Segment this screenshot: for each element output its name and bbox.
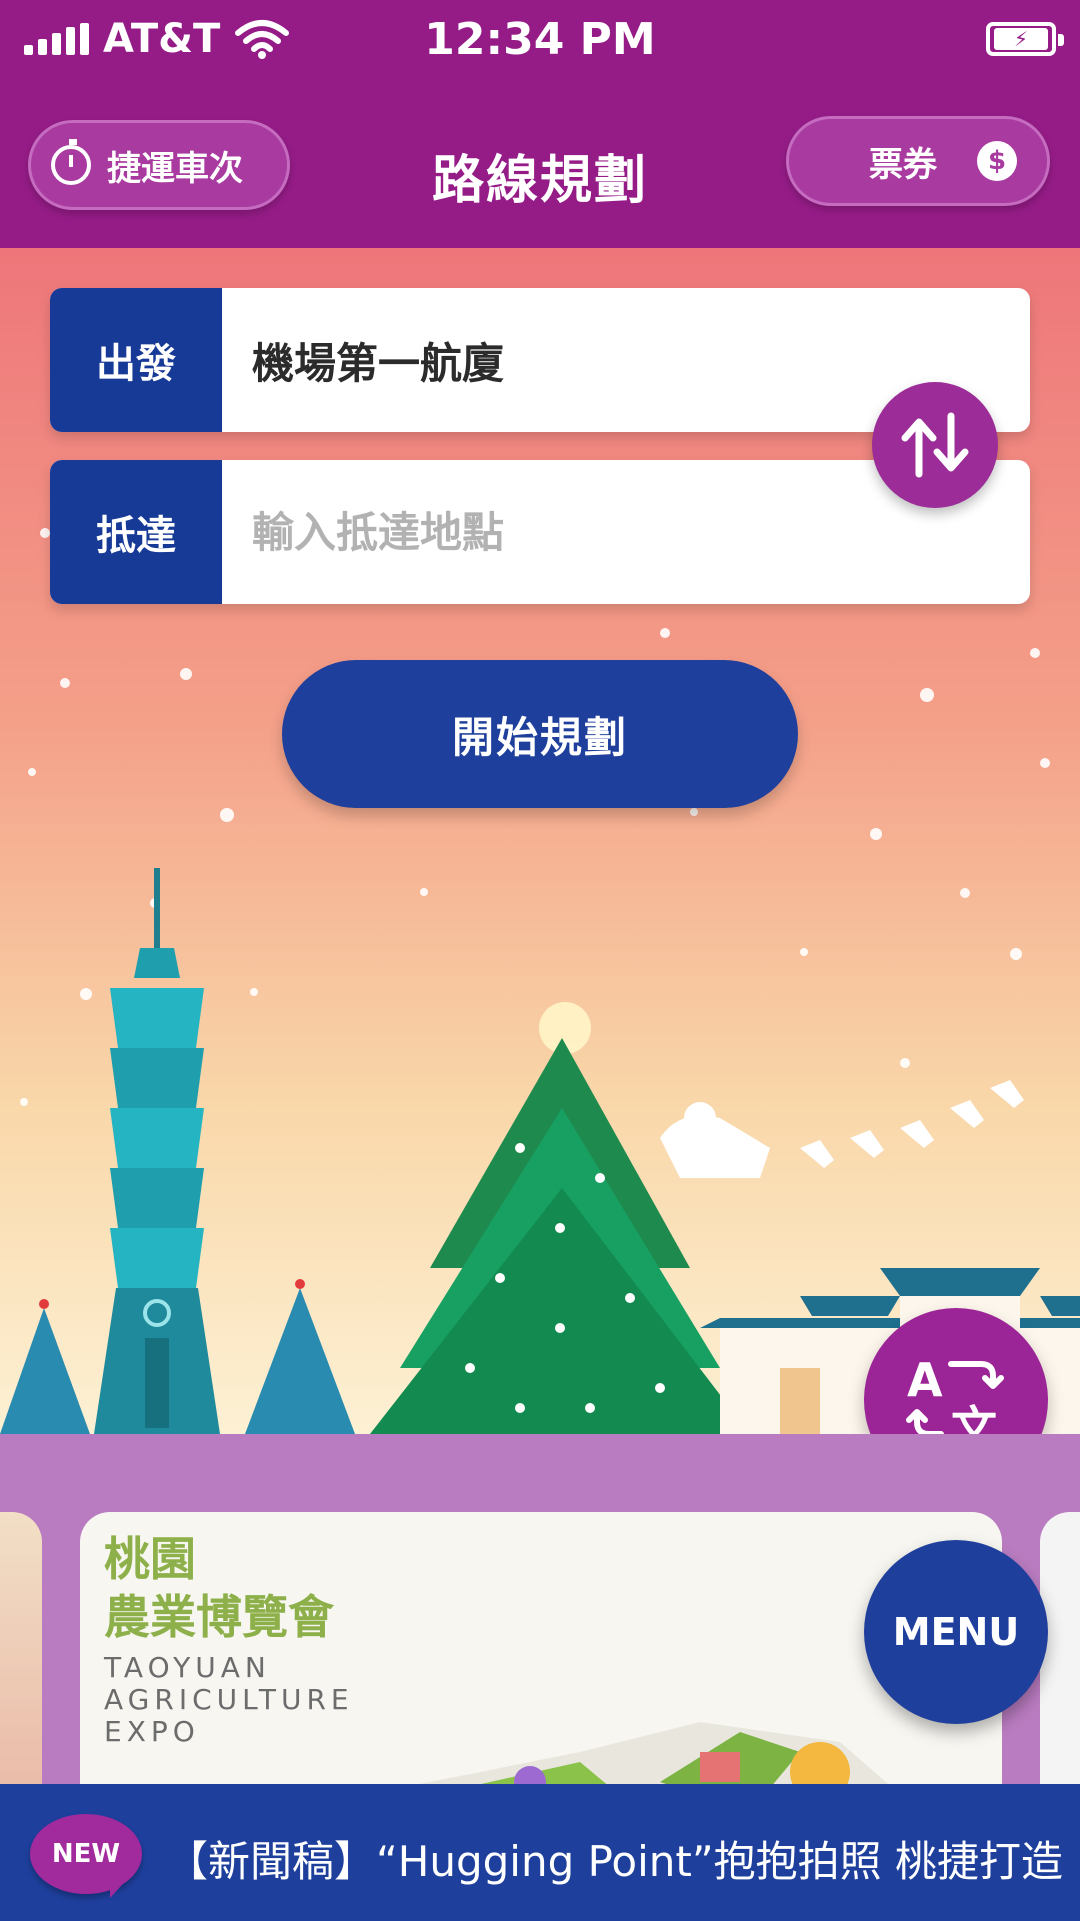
menu-button[interactable]: MENU (864, 1540, 1048, 1724)
christmas-tree (370, 1002, 750, 1434)
dollar-icon: $ (977, 141, 1017, 181)
ticket-button[interactable]: 票券 $ (786, 116, 1050, 206)
svg-text:A: A (907, 1353, 943, 1407)
new-badge: NEW (30, 1814, 142, 1898)
swap-arrows-icon (901, 412, 969, 478)
taipei-101-tower (94, 868, 220, 1434)
news-ticker[interactable]: NEW 【新聞稿】“Hugging Point”抱抱拍照 桃捷打造 (0, 1784, 1080, 1921)
ticket-label: 票券 (869, 144, 937, 185)
santa-sleigh (660, 1080, 1024, 1178)
promo-card-agriculture-expo[interactable]: 桃園 農業博覽會 TAOYUAN AGRICULTURE EXPO (80, 1512, 1002, 1784)
app-header: AT&T 12:34 PM ⚡ 捷運車次 路線規劃 票券 $ (0, 0, 1080, 248)
status-time: 12:34 PM (424, 14, 656, 65)
news-headline[interactable]: 【新聞稿】“Hugging Point”抱抱拍照 桃捷打造 (166, 1828, 1076, 1889)
expo-map-illustration (420, 1722, 888, 1784)
battery-icon: ⚡ (986, 22, 1064, 56)
swap-stations-button[interactable] (872, 382, 998, 508)
destination-label: 抵達 (50, 460, 222, 604)
destination-input[interactable] (252, 507, 1030, 557)
promo-card-previous[interactable] (0, 1512, 42, 1784)
start-planning-button[interactable]: 開始規劃 (282, 660, 798, 808)
expo-title-zh: 桃園 農業博覽會 (104, 1532, 334, 1644)
origin-label: 出發 (50, 288, 222, 432)
route-planner-scene: 出發 機場第一航廈 抵達 開始規劃 (0, 248, 1080, 1434)
status-bar: AT&T 12:34 PM ⚡ (0, 0, 1080, 80)
